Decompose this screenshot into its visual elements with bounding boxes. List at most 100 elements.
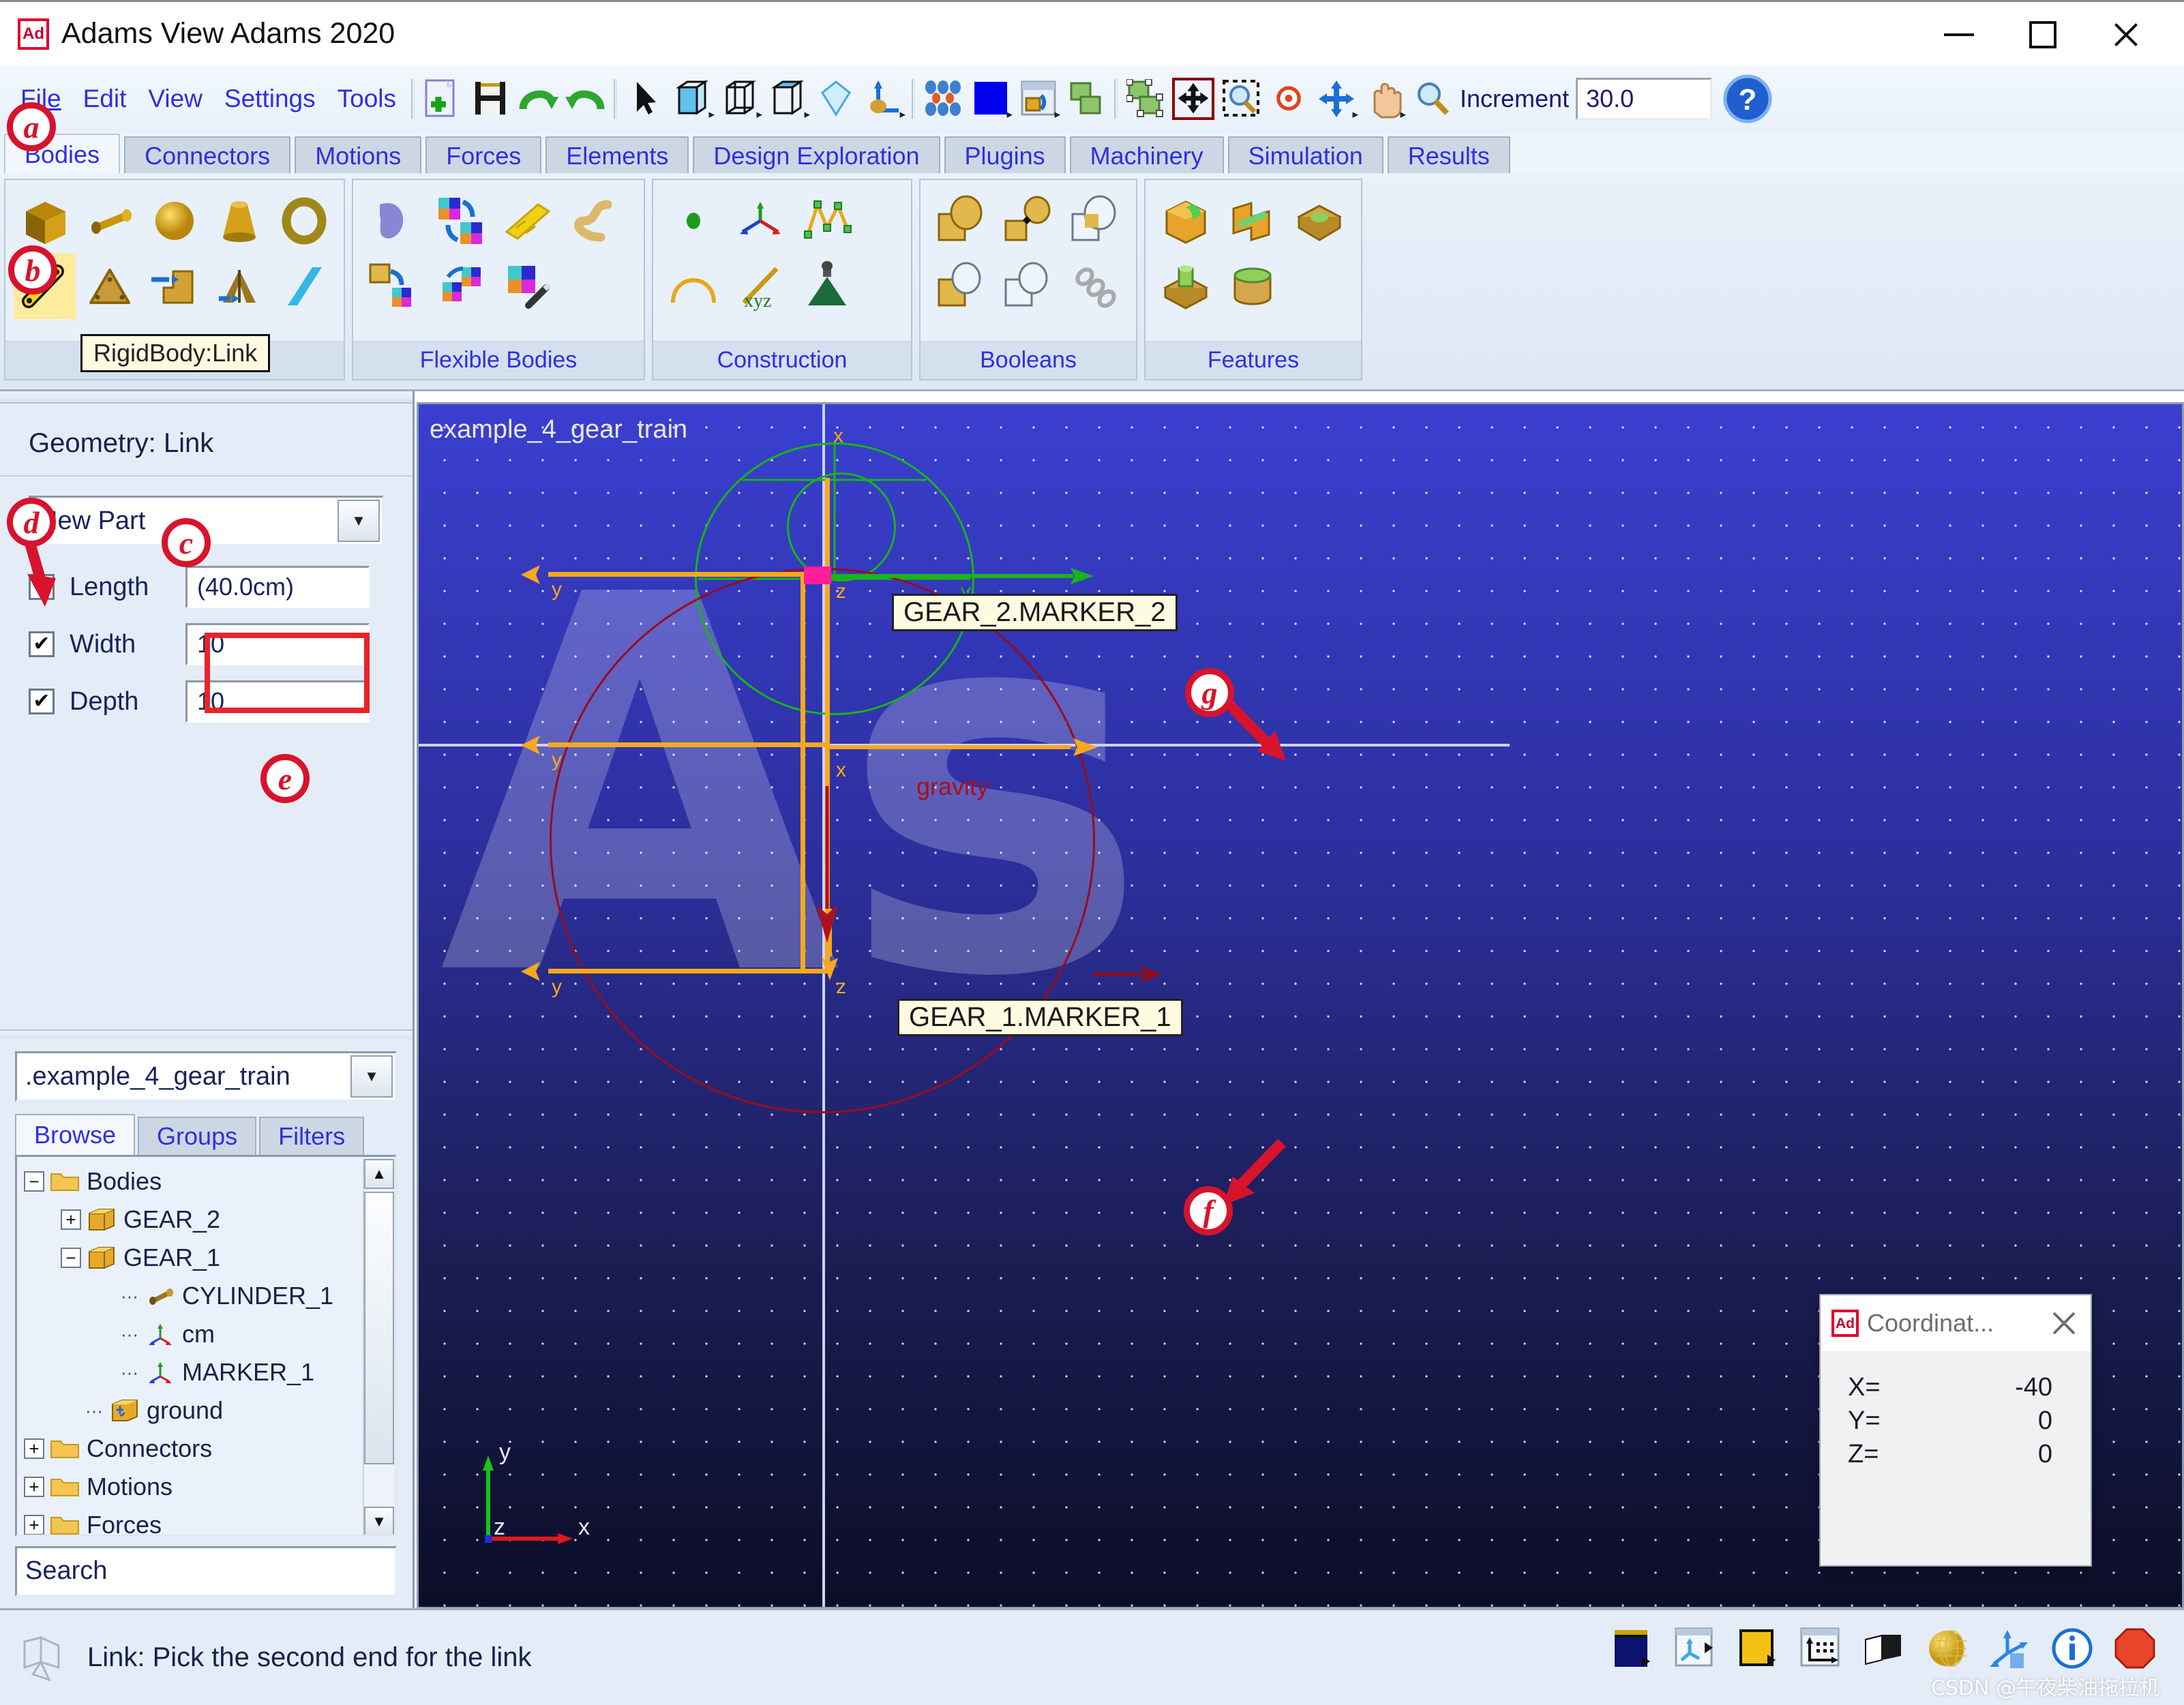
- rigid-to-flex-icon[interactable]: [361, 254, 425, 319]
- new-file-icon[interactable]: [421, 78, 464, 120]
- tree-item-bodies[interactable]: − Bodies: [24, 1162, 395, 1201]
- shaded-view-icon[interactable]: [1858, 1623, 1910, 1674]
- tab-browse[interactable]: Browse: [15, 1114, 136, 1155]
- width-checkbox[interactable]: ✔: [29, 631, 55, 657]
- wireframe-render-icon[interactable]: ▸: [719, 78, 762, 120]
- tree-collapse-toggle[interactable]: −: [61, 1248, 81, 1268]
- model-selector-combobox[interactable]: .example_4_gear_train ▼: [15, 1051, 397, 1102]
- rigidbody-sphere-icon[interactable]: [143, 188, 205, 254]
- boolean-chain-icon[interactable]: [1062, 254, 1126, 319]
- tree-item-motions[interactable]: + Motions: [24, 1468, 395, 1506]
- boolean-unite-icon[interactable]: [929, 188, 993, 254]
- tab-elements[interactable]: Elements: [545, 136, 689, 175]
- tab-simulation[interactable]: Simulation: [1227, 136, 1383, 175]
- construction-marker-icon[interactable]: [728, 188, 792, 254]
- construction-arc-icon[interactable]: [661, 254, 725, 319]
- close-icon[interactable]: [2050, 1309, 2078, 1338]
- boolean-intersect-icon[interactable]: [1062, 188, 1126, 254]
- chevron-down-icon[interactable]: ▼: [350, 1055, 393, 1098]
- menu-item-view[interactable]: View: [137, 82, 213, 116]
- menu-item-tools[interactable]: Tools: [327, 82, 407, 116]
- model-tree[interactable]: − Bodies + GEAR_2 − GEAR_1 ··· CYLINDER_…: [15, 1155, 397, 1537]
- construction-polyline-icon[interactable]: [795, 188, 859, 254]
- feature-chamfer-icon[interactable]: [1221, 188, 1285, 254]
- menu-item-edit[interactable]: Edit: [72, 82, 138, 116]
- tree-scrollbar[interactable]: ▲ ▼: [363, 1159, 394, 1535]
- tree-item-gear-2[interactable]: + GEAR_2: [24, 1201, 395, 1239]
- tree-item-gear-1[interactable]: − GEAR_1: [24, 1239, 395, 1277]
- stop-icon[interactable]: [2109, 1623, 2161, 1674]
- flex-cable-icon[interactable]: [562, 188, 626, 254]
- tree-expand-toggle[interactable]: +: [24, 1515, 44, 1535]
- grid-settings-icon[interactable]: [1795, 1623, 1847, 1674]
- tree-item-forces[interactable]: + Forces: [24, 1506, 395, 1535]
- rigidbody-frustum-icon[interactable]: [209, 188, 271, 254]
- flex-swap-icon[interactable]: [428, 188, 492, 254]
- tab-machinery[interactable]: Machinery: [1069, 136, 1224, 175]
- render-sphere-icon[interactable]: [1921, 1623, 1973, 1674]
- grid-toggle-icon[interactable]: [1065, 78, 1107, 120]
- rigidbody-plate-icon[interactable]: [78, 254, 140, 319]
- tab-groups[interactable]: Groups: [138, 1117, 257, 1155]
- search-input[interactable]: Search: [15, 1546, 397, 1597]
- construction-spline-icon[interactable]: xyz: [728, 254, 792, 319]
- tab-connectors[interactable]: Connectors: [124, 136, 291, 175]
- depth-checkbox[interactable]: ✔: [29, 689, 55, 714]
- flex-edit-icon[interactable]: [495, 254, 559, 319]
- info-icon[interactable]: [2046, 1623, 2098, 1674]
- tree-item-connectors[interactable]: + Connectors: [24, 1430, 395, 1468]
- undo-icon[interactable]: [517, 78, 559, 120]
- hidden-line-render-icon[interactable]: ▸: [767, 78, 810, 120]
- minimize-button[interactable]: [1921, 2, 1996, 67]
- rotate-view-icon[interactable]: ▸: [1315, 78, 1358, 120]
- zoom-icon[interactable]: [1411, 78, 1453, 120]
- depth-input[interactable]: 10: [185, 680, 370, 723]
- tree-item-marker-1[interactable]: ··· MARKER_1: [24, 1353, 395, 1391]
- construction-csg-icon[interactable]: [795, 254, 859, 319]
- center-view-icon[interactable]: [1268, 78, 1310, 120]
- menu-item-settings[interactable]: Settings: [213, 82, 327, 116]
- render-mode-icon[interactable]: [922, 78, 964, 120]
- boolean-merge-icon[interactable]: [996, 188, 1060, 254]
- tab-filters[interactable]: Filters: [259, 1117, 365, 1155]
- zoom-box-icon[interactable]: [1220, 78, 1262, 120]
- coordinate-window[interactable]: Ad Coordinat... X= -40 Y= 0 Z= 0: [1819, 1294, 2092, 1567]
- view-background-icon[interactable]: [1607, 1623, 1659, 1674]
- rigidbody-plane-icon[interactable]: [273, 254, 335, 319]
- triad-toggle-icon[interactable]: [1984, 1623, 2035, 1674]
- boolean-split-icon[interactable]: [996, 254, 1060, 319]
- increment-input[interactable]: 30.0: [1576, 78, 1713, 120]
- flex-body-icon[interactable]: [361, 188, 425, 254]
- icon-visibility-icon[interactable]: ▸: [863, 78, 906, 120]
- tree-item-cylinder-1[interactable]: ··· CYLINDER_1: [24, 1277, 395, 1315]
- shaded-render-icon[interactable]: ▸: [672, 78, 715, 120]
- tab-motions[interactable]: Motions: [295, 136, 422, 175]
- boolean-cut-icon[interactable]: [929, 254, 993, 319]
- tree-expand-toggle[interactable]: +: [24, 1477, 44, 1497]
- chevron-down-icon[interactable]: ▼: [338, 500, 380, 542]
- length-input[interactable]: (40.0cm): [185, 566, 370, 608]
- maximize-button[interactable]: [2005, 2, 2080, 67]
- feature-fillet-icon[interactable]: [1154, 188, 1218, 254]
- color-swatch-icon[interactable]: ▸: [970, 78, 1013, 120]
- feature-boss-icon[interactable]: [1154, 254, 1218, 319]
- redo-icon[interactable]: [565, 78, 607, 120]
- help-icon[interactable]: ?: [1722, 73, 1774, 125]
- construction-point-icon[interactable]: [661, 188, 725, 254]
- rigidbody-torus-icon[interactable]: [273, 188, 335, 254]
- scroll-up-button[interactable]: ▲: [364, 1159, 394, 1189]
- flex-to-flex-icon[interactable]: [428, 254, 492, 319]
- tree-expand-toggle[interactable]: +: [61, 1209, 81, 1230]
- scroll-thumb[interactable]: [364, 1192, 394, 1464]
- group-select-icon[interactable]: [1124, 78, 1167, 120]
- save-icon[interactable]: [469, 78, 511, 120]
- pan-view-icon[interactable]: ▸: [1363, 78, 1406, 120]
- tab-design-exploration[interactable]: Design Exploration: [693, 136, 940, 175]
- select-arrow-icon[interactable]: [624, 78, 666, 120]
- tree-expand-toggle[interactable]: +: [24, 1438, 44, 1459]
- rigidbody-revolution-icon[interactable]: [209, 254, 271, 319]
- rigidbody-cylinder-icon[interactable]: [78, 188, 140, 254]
- part-color-icon[interactable]: [1733, 1623, 1784, 1674]
- flex-beam-icon[interactable]: [495, 188, 559, 254]
- scroll-down-button[interactable]: ▼: [364, 1507, 394, 1535]
